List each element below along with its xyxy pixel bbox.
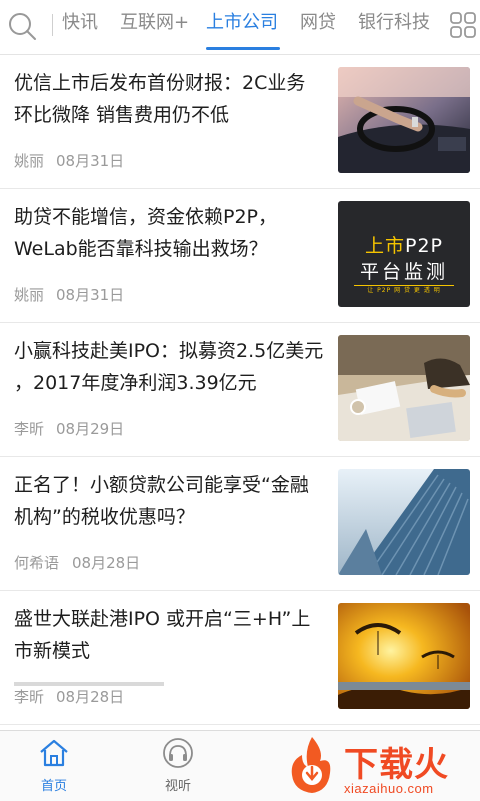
flame-icon	[291, 737, 331, 793]
news-thumbnail-office-desk	[338, 335, 470, 441]
news-title: 小赢科技赴美IPO：拟募资2.5亿美元 ，2017年度净利润3.39亿元	[14, 340, 324, 394]
listen-label: 视听	[164, 779, 191, 794]
nav-separator	[52, 14, 53, 36]
next-news-item-partial	[0, 675, 480, 690]
thumb-footer: 让 P2P 网 贷 更 透 明	[354, 285, 454, 295]
news-author: 李昕	[14, 420, 45, 438]
tab-wangdai[interactable]: 网贷	[300, 9, 336, 37]
news-title: 助贷不能增信，资金依赖P2P，WeLab能否靠科技输出救场？	[14, 206, 278, 260]
tab-hulianwang[interactable]: 互联网+	[120, 9, 189, 37]
bottom-nav-listen[interactable]: 视听	[138, 737, 218, 794]
news-item[interactable]: 小赢科技赴美IPO：拟募资2.5亿美元 ，2017年度净利润3.39亿元 李昕 …	[0, 323, 480, 457]
news-author: 姚丽	[14, 152, 45, 170]
top-nav: 快讯 互联网+ 上市公司 网贷 银行科技	[0, 0, 480, 55]
bottom-nav-home[interactable]: 首页	[14, 737, 94, 794]
search-icon[interactable]	[6, 10, 40, 44]
news-date: 08月31日	[56, 152, 125, 170]
news-item[interactable]: 正名了！小额贷款公司能享受“金融机构”的税收优惠吗？ 何希语 08月28日	[0, 457, 480, 591]
news-title: 正名了！小额贷款公司能享受“金融机构”的税收优惠吗？	[14, 474, 309, 528]
watermark-logo: 下载火 xiazaihuo.com	[280, 733, 480, 800]
news-author: 何希语	[14, 554, 60, 572]
news-date: 08月28日	[72, 554, 141, 572]
news-title: 盛世大联赴港IPO 或开启“三+H”上市新模式	[14, 608, 311, 662]
news-thumbnail-skyscraper	[338, 469, 470, 575]
watermark-url: xiazaihuo.com	[344, 781, 434, 796]
thumb-line1: P2P	[405, 235, 444, 257]
thumb-highlight: 上市	[364, 235, 405, 257]
grid-icon[interactable]	[448, 10, 478, 40]
news-title: 优信上市后发布首份财报：2C业务环比微降 销售费用仍不低	[14, 72, 306, 126]
news-item[interactable]: 优信上市后发布首份财报：2C业务环比微降 销售费用仍不低 姚丽 08月31日	[0, 55, 480, 189]
home-icon	[40, 739, 68, 767]
news-item[interactable]: 盛世大联赴港IPO 或开启“三+H”上市新模式 李昕 08月28日	[0, 591, 480, 725]
news-author: 姚丽	[14, 286, 45, 304]
news-thumbnail-car-dashboard	[338, 67, 470, 173]
news-thumbnail-p2p-monitor: 上市P2P 平台监测 让 P2P 网 贷 更 透 明	[338, 201, 470, 307]
tab-kuaixun[interactable]: 快讯	[62, 9, 98, 37]
tab-listed-companies[interactable]: 上市公司	[206, 9, 278, 37]
news-item[interactable]: 助贷不能增信，资金依赖P2P，WeLab能否靠科技输出救场？ 姚丽 08月31日…	[0, 189, 480, 323]
news-list: 优信上市后发布首份财报：2C业务环比微降 销售费用仍不低 姚丽 08月31日 助…	[0, 55, 480, 730]
thumb-subheading: 平台监测	[359, 261, 448, 283]
active-tab-indicator	[206, 47, 280, 50]
news-date: 08月29日	[56, 420, 125, 438]
thumb-heading: 上市P2P	[338, 231, 470, 258]
news-thumbnail-paragliders	[338, 603, 470, 709]
watermark-text: 下载火	[344, 745, 449, 785]
tab-bank-tech[interactable]: 银行科技	[358, 9, 430, 37]
news-date: 08月31日	[56, 286, 125, 304]
home-label: 首页	[40, 779, 67, 794]
headphones-icon	[163, 738, 193, 768]
